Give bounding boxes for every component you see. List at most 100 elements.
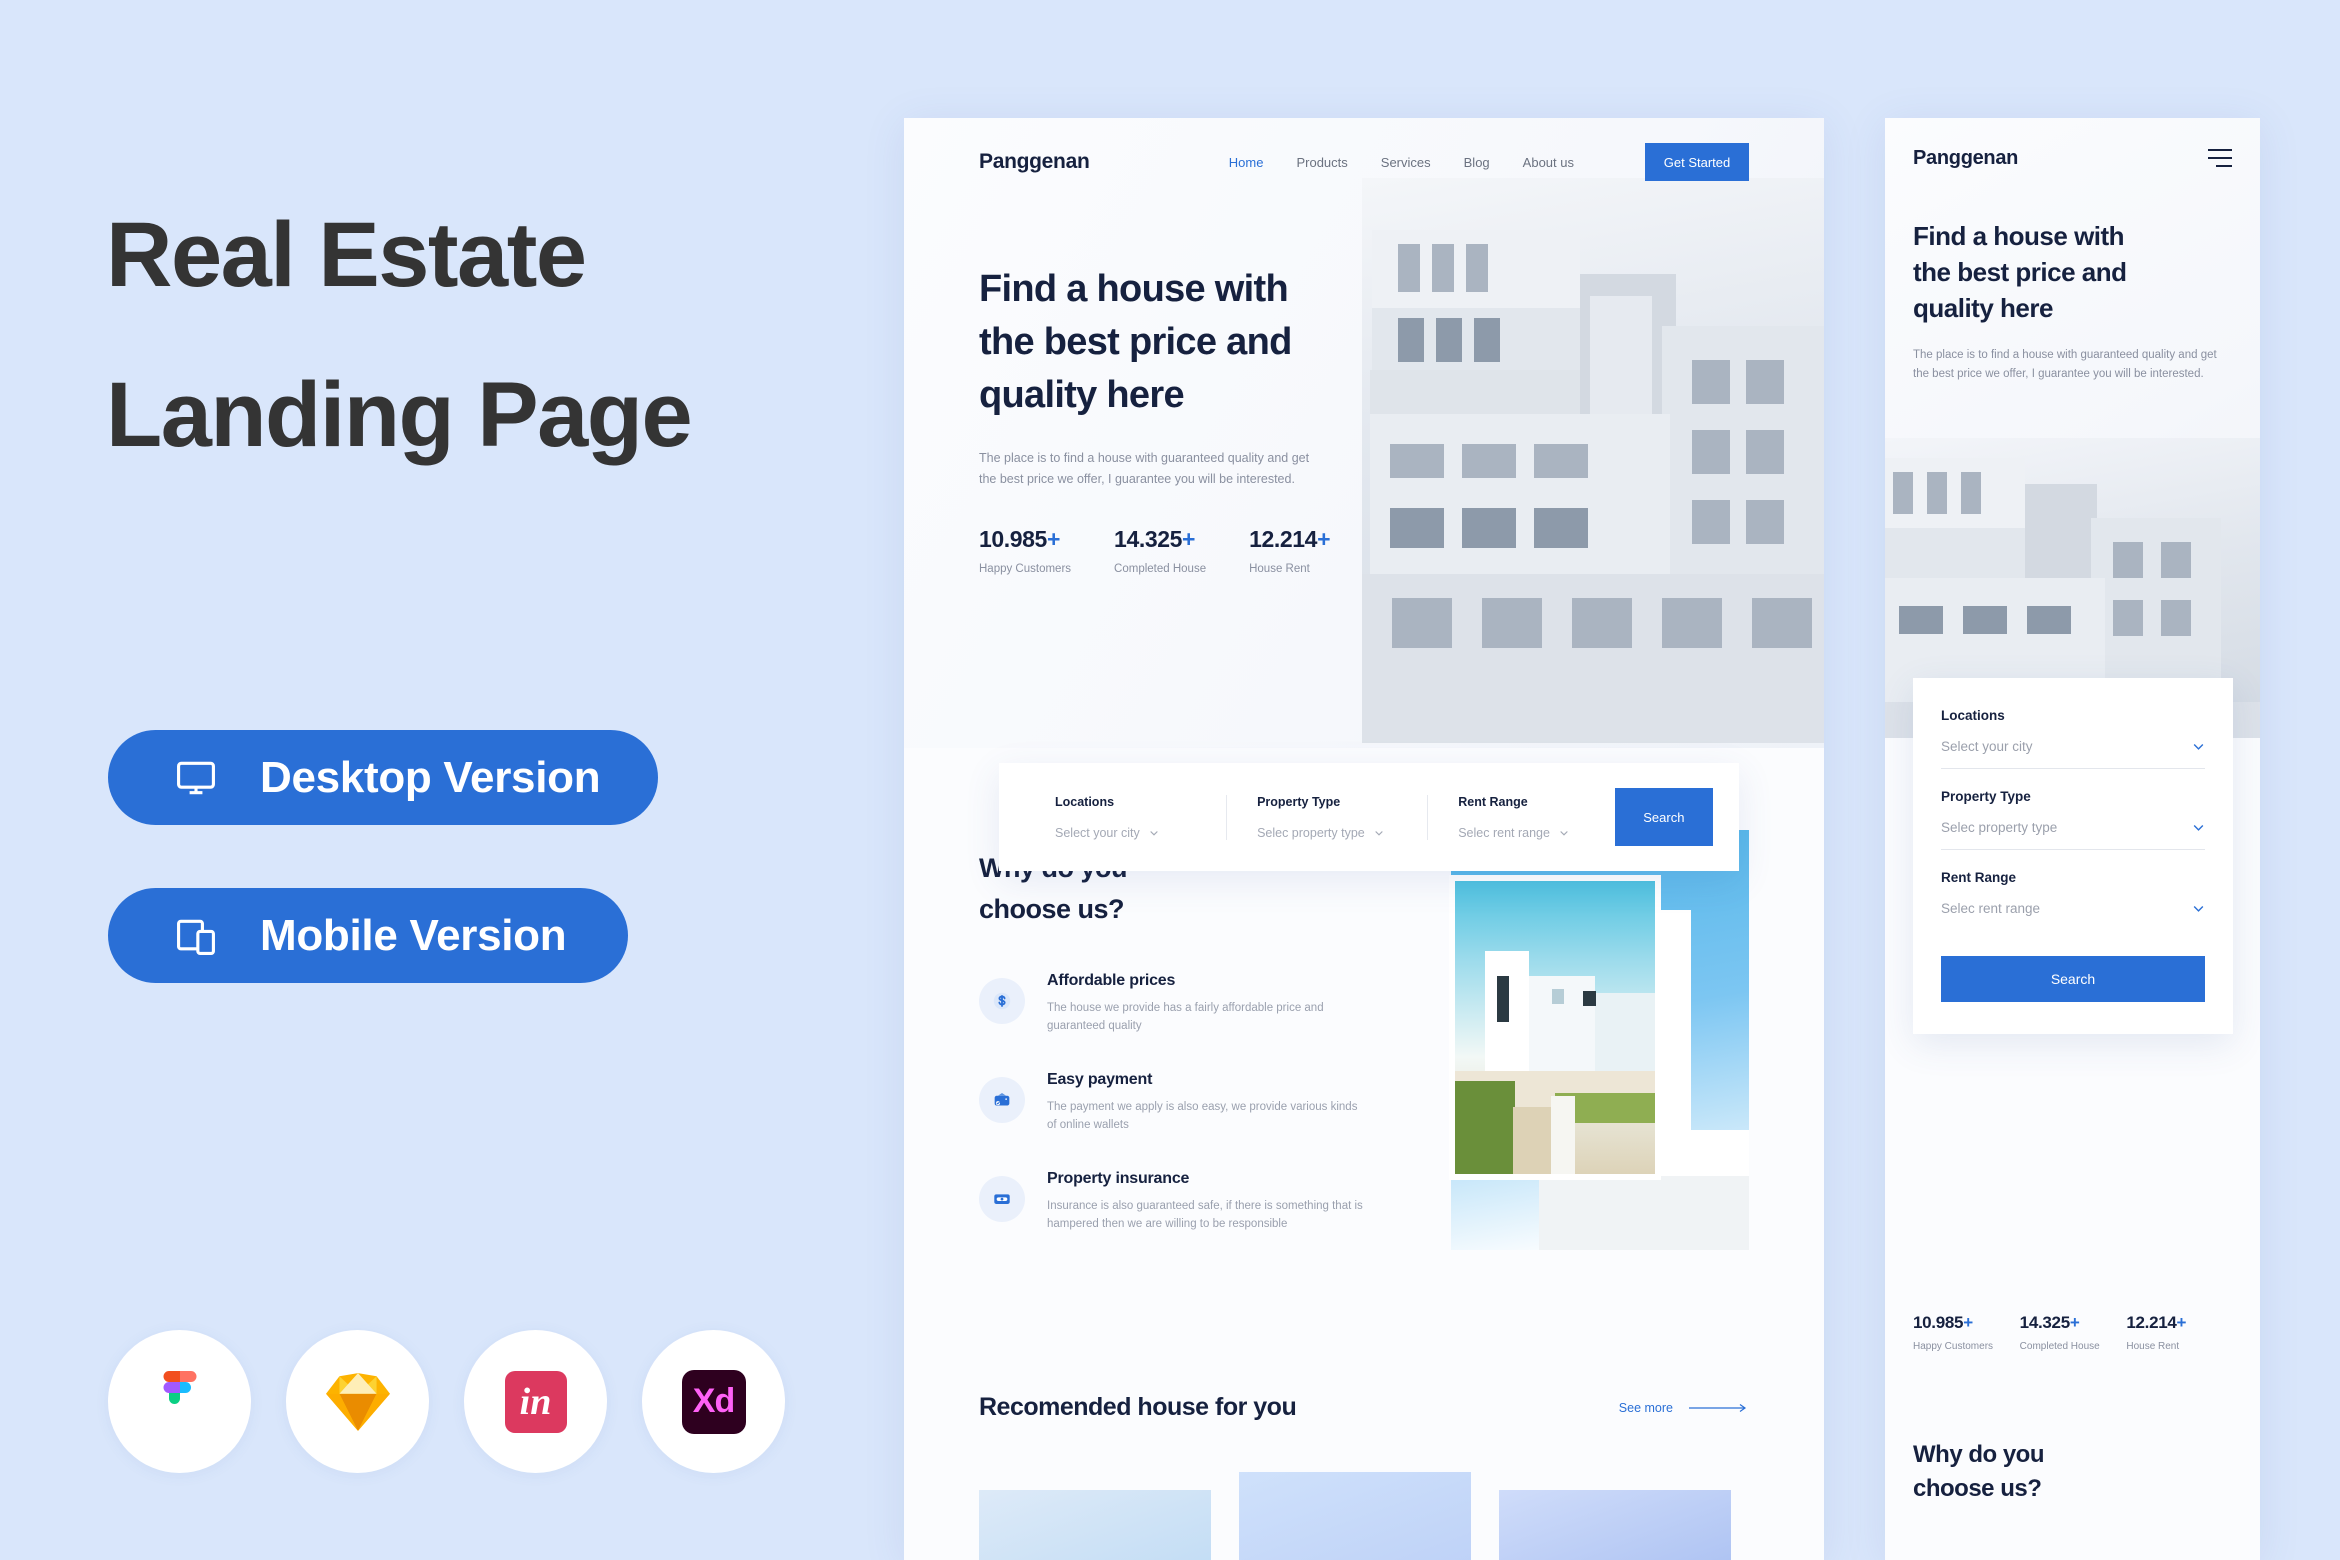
stat-label: Completed House <box>2019 1341 2100 1352</box>
nav-item-products[interactable]: Products <box>1296 155 1347 170</box>
feature-description: Insurance is also guaranteed safe, if th… <box>1047 1200 1363 1230</box>
desktop-version-button[interactable]: Desktop Version <box>108 730 658 825</box>
property-card[interactable] <box>1499 1490 1731 1560</box>
mobile-navbar: Panggenan <box>1885 118 2260 198</box>
chevron-down-icon <box>2193 906 2204 912</box>
mobile-brand-logo: Panggenan <box>1913 146 2019 169</box>
mobile-search-form: Locations Select your city Property Type… <box>1913 678 2233 1034</box>
chevron-down-icon <box>1560 830 1568 836</box>
nav-links: Home Products Services Blog About us Get… <box>1229 143 1749 181</box>
search-field-locations[interactable]: Locations Select your city <box>1025 795 1226 840</box>
feature-title: Affordable prices <box>1047 972 1176 989</box>
nav-item-services[interactable]: Services <box>1381 155 1431 170</box>
mobile-field-row: Selec rent range <box>1941 901 2205 916</box>
feature-title: Property insurance <box>1047 1170 1190 1187</box>
feature-item-easy-payment: Easy payment The payment we apply is als… <box>979 1071 1369 1134</box>
property-card[interactable] <box>979 1490 1211 1560</box>
chevron-down-icon <box>1375 830 1383 836</box>
stat-value: 12.214+ <box>2126 1313 2187 1332</box>
property-card-list <box>979 1472 1749 1560</box>
mobile-why-heading-line-1: Why do you <box>1913 1441 2044 1468</box>
recommended-section: Recomended house for you See more <box>904 1393 1824 1560</box>
hero-stats: 10.985+ Happy Customers 14.325+ Complete… <box>979 526 1379 575</box>
mobile-hero-heading-line-1: Find a house with <box>1913 221 2125 251</box>
stat-label: Completed House <box>1114 563 1207 575</box>
search-field-value: Selec rent range <box>1458 826 1585 840</box>
hero-building-photo <box>1362 178 1824 743</box>
search-button[interactable]: Search <box>1614 788 1713 846</box>
brand-logo: Panggenan <box>979 150 1090 173</box>
search-field-value: Select your city <box>1055 826 1196 840</box>
invision-tool[interactable]: in <box>464 1330 607 1473</box>
hero-heading-line-3: quality here <box>979 374 1185 416</box>
search-field-rent-range[interactable]: Rent Range Selec rent range <box>1427 794 1615 840</box>
chevron-down-icon <box>2193 825 2204 831</box>
arrow-right-icon <box>1689 1403 1747 1412</box>
see-more-label: See more <box>1618 1400 1673 1415</box>
mobile-hero-heading-line-3: quality here <box>1913 293 2053 323</box>
feature-list: Affordable prices The house we provide h… <box>979 972 1369 1233</box>
why-choose-us-section: Why do you choose us? Affordable prices … <box>904 830 1824 1268</box>
figma-tool[interactable] <box>108 1330 251 1473</box>
nav-item-about-us[interactable]: About us <box>1523 155 1574 170</box>
chevron-down-icon <box>1150 830 1158 836</box>
mobile-search-field-rent-range[interactable]: Rent Range Selec rent range <box>1941 870 2205 916</box>
feature-title: Easy payment <box>1047 1071 1153 1088</box>
hamburger-icon[interactable] <box>2208 149 2232 167</box>
desktop-hero-content: Find a house with the best price and qua… <box>979 263 1379 575</box>
get-started-button[interactable]: Get Started <box>1645 143 1749 181</box>
mobile-search-field-property-type[interactable]: Property Type Selec property type <box>1941 789 2205 850</box>
stat-value: 14.325+ <box>1114 526 1196 552</box>
hero-heading: Find a house with the best price and qua… <box>979 263 1379 422</box>
mobile-version-button[interactable]: Mobile Version <box>108 888 628 983</box>
stat-value: 10.985+ <box>979 526 1060 552</box>
mobile-hero-content: Find a house with the best price and qua… <box>1885 198 2260 384</box>
nav-item-home[interactable]: Home <box>1229 155 1264 170</box>
stat-house-rent: 12.214+ House Rent <box>1249 526 1330 575</box>
page-title-line-1: Real Estate <box>106 204 587 306</box>
feature-description: The payment we apply is also easy, we pr… <box>1047 1101 1358 1131</box>
wallet-icon <box>979 1077 1025 1123</box>
version-buttons: Desktop Version Mobile Version <box>108 730 658 983</box>
stat-value: 10.985+ <box>1913 1313 1973 1332</box>
desktop-mockup: Panggenan Home Products Services Blog Ab… <box>904 118 1824 1560</box>
stat-label: Happy Customers <box>1913 1341 1994 1352</box>
mobile-stat-happy-customers: 10.985+ Happy Customers <box>1913 1313 2020 1352</box>
intro-panel: Real Estate Landing Page Desktop Version… <box>0 0 905 1560</box>
mobile-hero-subtitle: The place is to find a house with guaran… <box>1913 349 2217 380</box>
stat-label: Happy Customers <box>979 563 1072 575</box>
mobile-search-field-locations[interactable]: Locations Select your city <box>1941 708 2205 769</box>
stat-value: 14.325+ <box>2019 1313 2080 1332</box>
hero-heading-line-1: Find a house with <box>979 268 1289 310</box>
nav-item-blog[interactable]: Blog <box>1464 155 1490 170</box>
desktop-hero: Panggenan Home Products Services Blog Ab… <box>904 118 1824 748</box>
feature-description: The house we provide has a fairly afford… <box>1047 1002 1324 1032</box>
sketch-icon <box>325 1372 390 1431</box>
mobile-why-heading: Why do you choose us? <box>1913 1438 2233 1506</box>
search-field-label: Rent Range <box>1458 794 1528 809</box>
recommended-heading: Recomended house for you <box>979 1393 1297 1421</box>
desktop-search-bar: Locations Select your city Property Type… <box>999 763 1739 871</box>
page-title-line-2: Landing Page <box>106 364 693 466</box>
monitor-icon <box>177 761 215 794</box>
mobile-hero-heading: Find a house with the best price and qua… <box>1913 218 2232 326</box>
adobe-xd-tool[interactable]: Xd <box>642 1330 785 1473</box>
mobile-search-button[interactable]: Search <box>1941 956 2205 1002</box>
why-heading-line-2: choose us? <box>979 894 1125 924</box>
stat-label: House Rent <box>2126 1341 2180 1352</box>
devices-icon <box>177 919 215 955</box>
property-card[interactable] <box>1239 1472 1471 1560</box>
stat-label: House Rent <box>1249 563 1310 575</box>
mobile-field-value: Selec rent range <box>1941 901 2041 916</box>
search-field-property-type[interactable]: Property Type Selec property type <box>1226 794 1427 840</box>
see-more-link[interactable]: See more <box>1619 1401 1749 1415</box>
search-field-label: Property Type <box>1257 794 1341 809</box>
mobile-field-label: Locations <box>1941 708 2005 723</box>
mobile-mockup: Panggenan Find a house with the best pri… <box>1885 118 2260 1560</box>
search-field-label: Locations <box>1055 794 1115 809</box>
mobile-field-value: Select your city <box>1941 739 2033 754</box>
desktop-version-label: Desktop Version <box>260 752 601 802</box>
hero-subtitle: The place is to find a house with guaran… <box>979 451 1310 486</box>
stat-value: 12.214+ <box>1249 526 1331 552</box>
sketch-tool[interactable] <box>286 1330 429 1473</box>
